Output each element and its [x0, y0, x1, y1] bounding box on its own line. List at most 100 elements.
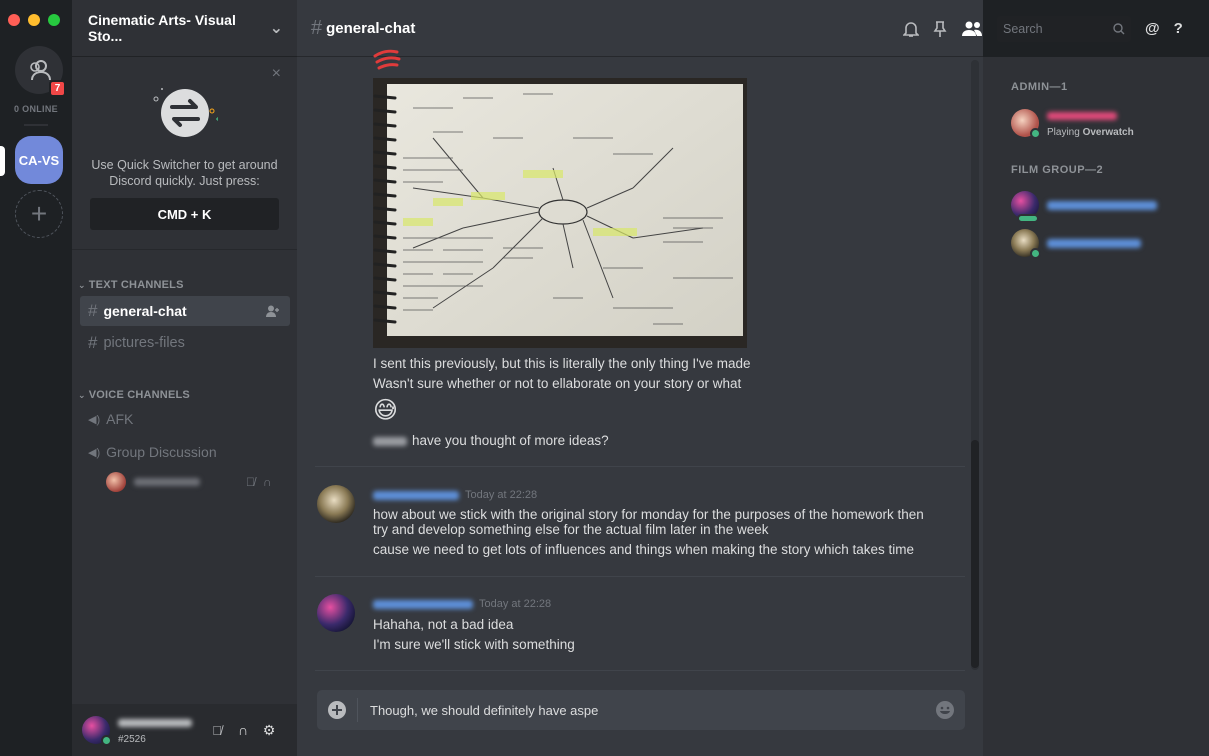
mentions-icon[interactable]: @ — [1145, 20, 1160, 37]
message-divider — [315, 466, 965, 467]
user-panel: #2526 🎙̸ ∩ ⚙ — [72, 704, 297, 756]
gear-icon[interactable]: ⚙ — [256, 722, 282, 739]
server-separator — [24, 124, 48, 126]
message-line-with-mention: have you thought of more ideas? — [373, 432, 609, 450]
help-icon[interactable]: ? — [1174, 20, 1183, 37]
online-status-icon — [101, 735, 112, 746]
message-text: have you thought of more ideas? — [412, 433, 609, 448]
online-count: 0 ONLINE — [14, 104, 58, 114]
message-line: Hahaha, not a bad idea — [373, 617, 514, 632]
emoji-picker-button[interactable] — [925, 700, 965, 720]
online-status-icon — [1030, 128, 1041, 139]
headphones-icon[interactable]: ∩ — [230, 722, 256, 738]
message-input[interactable]: Though, we should definitely have aspe — [370, 703, 925, 718]
message-divider — [315, 576, 965, 577]
partial-emoji-icon — [373, 49, 401, 70]
channel-general-chat[interactable]: # general-chat — [80, 296, 290, 326]
timestamp: Today at 22:28 — [479, 598, 552, 610]
channel-pictures-files[interactable]: # pictures-files — [80, 328, 290, 358]
direct-messages-button[interactable]: 7 — [15, 46, 66, 97]
voice-channels-category[interactable]: ⌄ VOICE CHANNELS — [78, 389, 190, 401]
online-status-icon — [1030, 248, 1041, 259]
mind-map-photo — [373, 78, 747, 348]
voice-connected-user[interactable]: 🎙̸ ∩ — [106, 472, 286, 492]
avatar — [1011, 191, 1039, 223]
window-minimize-button[interactable] — [28, 14, 40, 26]
server-ca-vs[interactable]: CA-VS — [15, 136, 63, 184]
member-group-title: ADMIN—1 — [1011, 81, 1068, 93]
redacted-username — [1047, 200, 1157, 210]
member-info: Playing Overwatch — [1047, 108, 1134, 138]
avatar — [1011, 109, 1041, 139]
add-server-button[interactable]: + — [15, 190, 63, 238]
speaker-icon: ◀) — [88, 446, 101, 459]
message-line: Wasn't sure whether or not to ellaborate… — [373, 376, 742, 391]
message-line: try and develop something else for the a… — [373, 522, 769, 537]
window-close-button[interactable] — [8, 14, 20, 26]
window-zoom-button[interactable] — [48, 14, 60, 26]
redacted-username — [1047, 238, 1141, 248]
server-list: 7 0 ONLINE CA-VS + — [0, 0, 72, 756]
image-attachment[interactable] — [373, 78, 747, 348]
pin-icon[interactable] — [933, 20, 947, 38]
voice-channel-group-discussion[interactable]: ◀) Group Discussion — [80, 437, 290, 467]
muted-mic-icon: 🎙̸ — [246, 475, 255, 489]
redacted-username — [1047, 112, 1117, 120]
notification-badge: 7 — [49, 80, 66, 97]
chevron-down-icon: ⌄ — [78, 280, 86, 290]
emoji-icon — [936, 701, 954, 719]
member-group-title: FILM GROUP—2 — [1011, 164, 1104, 176]
member-item[interactable]: Playing Overwatch — [1011, 108, 1134, 139]
guild-header[interactable]: Cinematic Arts- Visual Sto... ⌄ — [72, 0, 297, 57]
plus-circle-icon — [328, 701, 346, 719]
avatar[interactable] — [317, 485, 355, 523]
text-channels-category[interactable]: ⌄ TEXT CHANNELS — [78, 279, 184, 291]
channel-label: general-chat — [103, 303, 187, 319]
chat-area: # general-chat I sent this previously, b… — [297, 0, 983, 756]
speaker-icon: ◀) — [88, 413, 101, 426]
hash-icon: # — [88, 301, 98, 320]
category-label: TEXT CHANNELS — [88, 279, 184, 291]
message-header: Today at 22:28 — [373, 595, 551, 613]
invite-member-icon[interactable] — [266, 305, 280, 317]
close-icon[interactable]: × — [272, 65, 281, 83]
member-item[interactable] — [1011, 229, 1141, 259]
member-activity: Playing Overwatch — [1047, 127, 1134, 138]
user-discriminator: #2526 — [118, 734, 146, 745]
sweat-smile-emoji: 😅 — [373, 397, 399, 424]
quick-switcher-tip: × Use Quick Switcher to get around Disco… — [72, 57, 297, 250]
redacted-username[interactable] — [373, 599, 473, 609]
chevron-down-icon: ⌄ — [78, 390, 86, 400]
guild-name: Cinematic Arts- Visual Sto... — [88, 12, 236, 44]
redacted-username[interactable] — [373, 490, 459, 500]
member-list-icon[interactable] — [961, 21, 983, 37]
quick-switcher-hint: Use Quick Switcher to get around Discord… — [91, 158, 278, 188]
header-toolbar: Search @ ? — [897, 0, 1209, 57]
quick-switcher-shortcut[interactable]: CMD + K — [90, 198, 279, 230]
hash-icon: # — [88, 333, 98, 352]
message-line: I sent this previously, but this is lite… — [373, 356, 751, 371]
composer-divider — [357, 698, 358, 722]
channel-label: AFK — [106, 411, 134, 427]
upload-button[interactable] — [317, 701, 357, 719]
scrollbar-thumb[interactable] — [971, 440, 979, 668]
friends-icon — [30, 60, 51, 81]
message-composer: Though, we should definitely have aspe — [317, 690, 965, 730]
activity-name: Overwatch — [1082, 127, 1134, 138]
redacted-username — [134, 478, 200, 486]
message-line: I'm sure we'll stick with something — [373, 637, 575, 652]
timestamp: Today at 22:28 — [465, 489, 538, 501]
active-server-indicator — [0, 146, 5, 176]
chevron-down-icon: ⌄ — [269, 20, 283, 37]
quick-switcher-arrows-icon — [153, 88, 218, 137]
bell-icon[interactable] — [903, 20, 919, 38]
member-item[interactable] — [1011, 191, 1157, 223]
search-input[interactable]: Search — [997, 15, 1131, 42]
hash-icon: # — [311, 16, 323, 39]
avatar[interactable] — [317, 594, 355, 632]
mute-mic-icon[interactable]: 🎙̸ — [204, 723, 230, 738]
message-line: cause we need to get lots of influences … — [373, 542, 915, 557]
redacted-mention[interactable] — [373, 436, 407, 446]
voice-channel-afk[interactable]: ◀) AFK — [80, 404, 290, 434]
avatar[interactable] — [82, 716, 112, 746]
